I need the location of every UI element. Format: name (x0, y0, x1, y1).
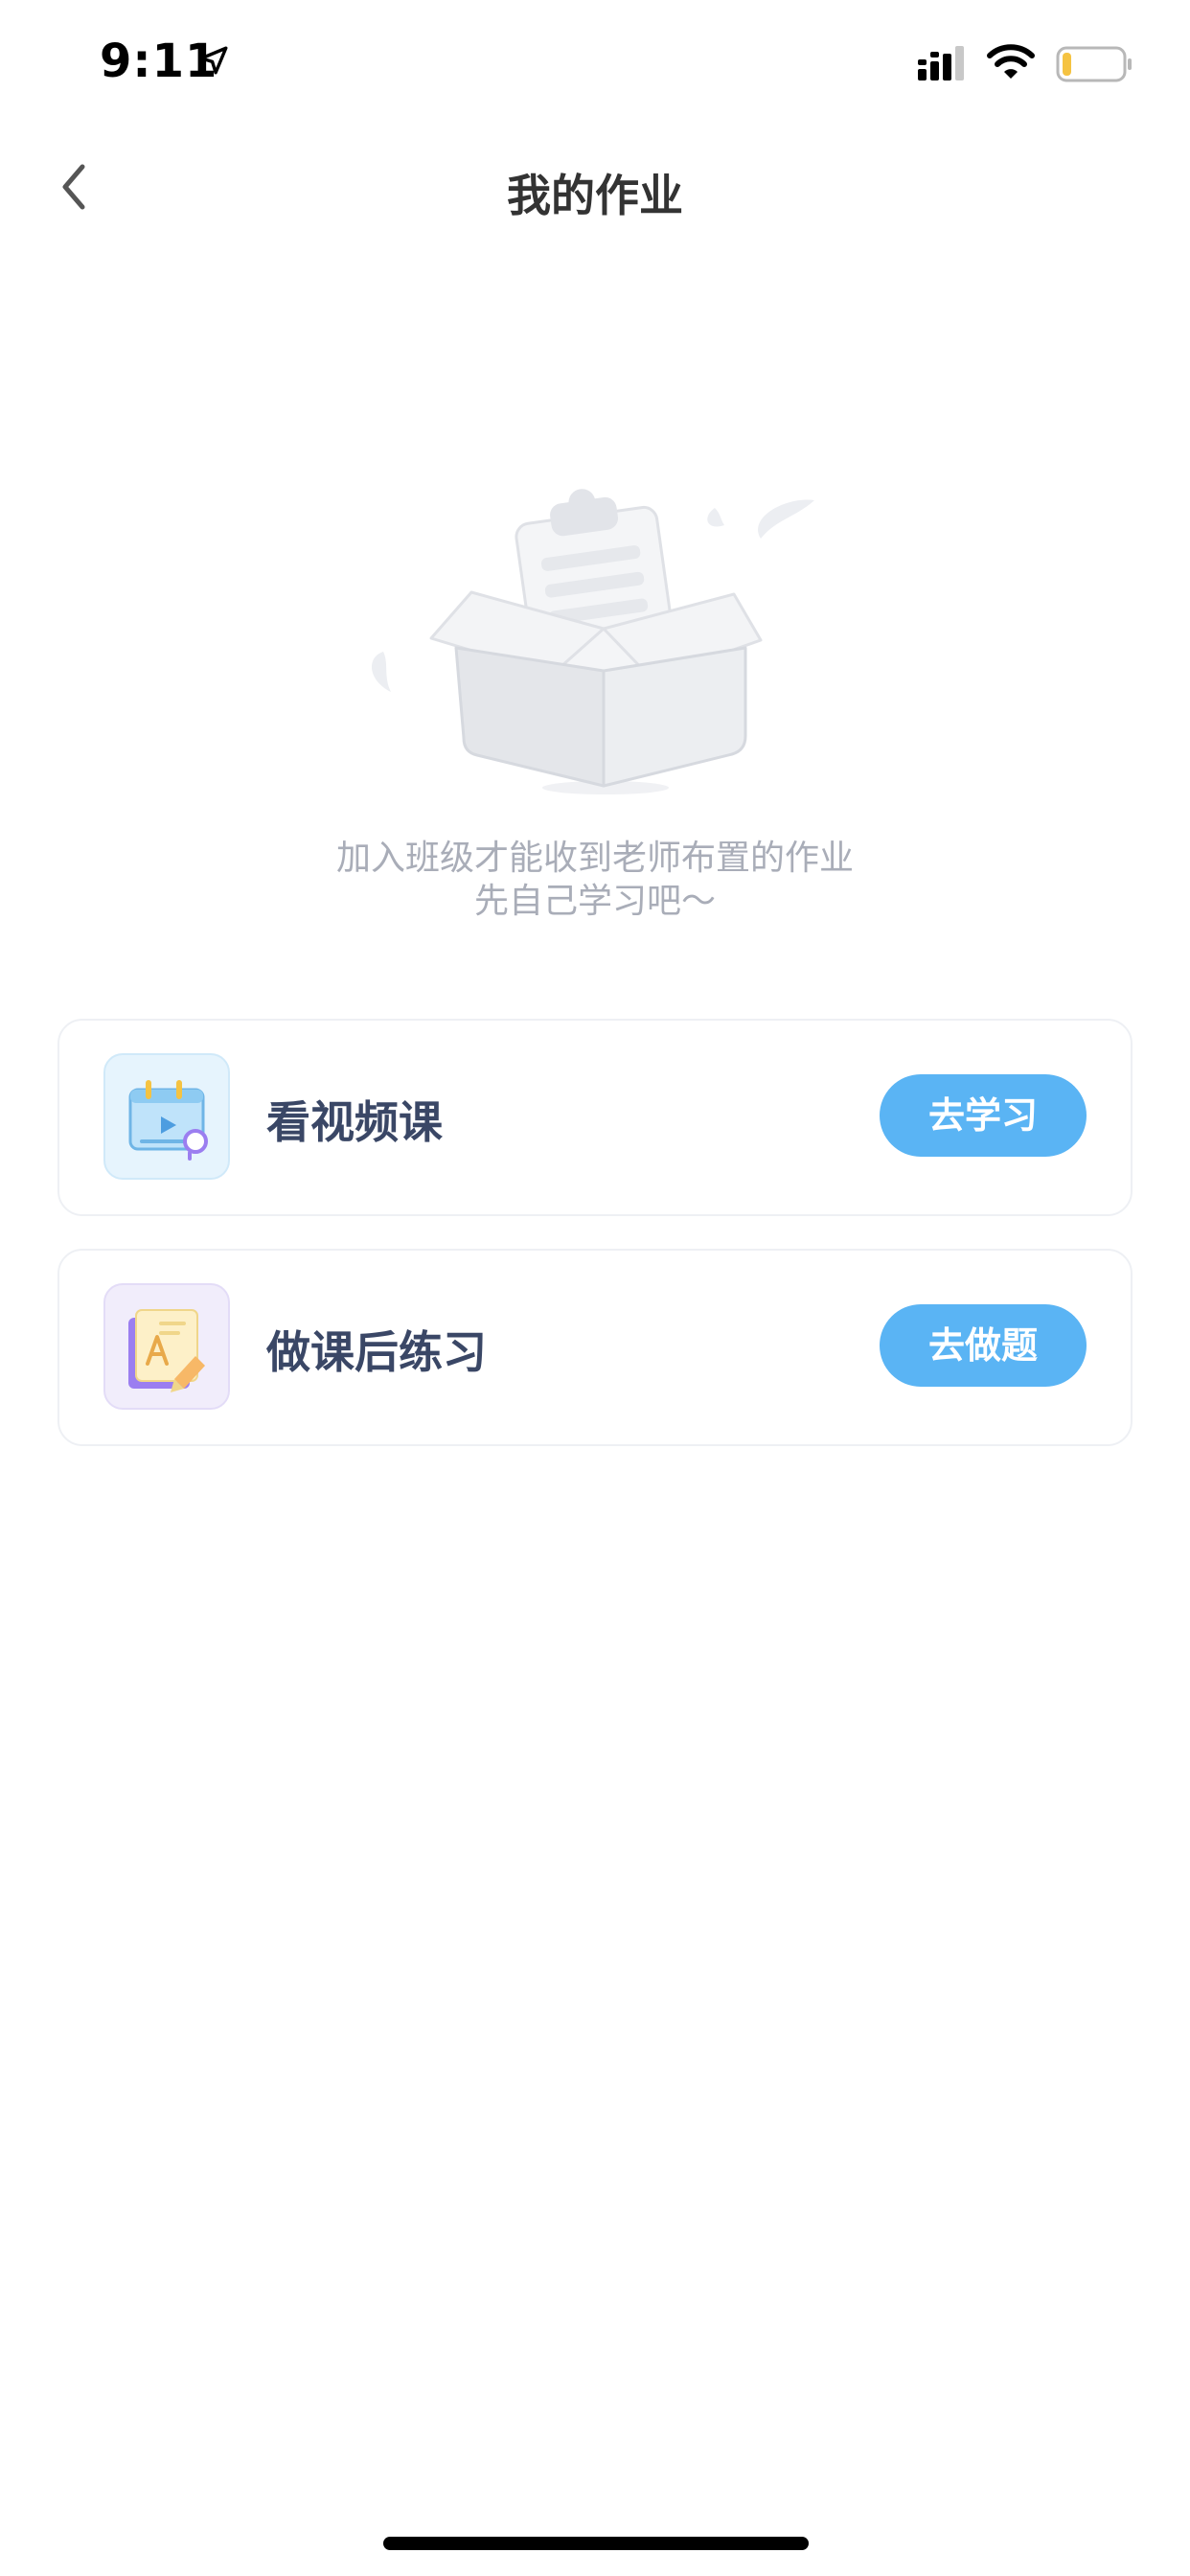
video-course-title: 看视频课 (266, 1096, 443, 1148)
video-course-icon-box (103, 1053, 230, 1180)
practice-card[interactable]: 做课后练习 去做题 (57, 1249, 1133, 1446)
empty-message-line2: 先自己学习吧～ (473, 882, 716, 921)
location-arrow-icon (199, 46, 228, 75)
video-course-card[interactable]: 看视频课 去学习 (57, 1019, 1133, 1216)
go-study-button[interactable]: 去学习 (880, 1074, 1087, 1157)
go-practice-button[interactable]: 去做题 (880, 1304, 1087, 1387)
practice-title: 做课后练习 (266, 1326, 487, 1378)
status-bar: 9:11 (0, 0, 1190, 126)
empty-box-clipboard-icon (372, 489, 814, 794)
video-calendar-icon (128, 1080, 208, 1161)
practice-icon-box (103, 1283, 230, 1410)
cellular-signal-icon (918, 46, 964, 80)
page-title: 我的作业 (507, 170, 683, 221)
practice-paper-icon (128, 1309, 205, 1392)
battery-icon (1056, 46, 1132, 82)
home-indicator[interactable] (383, 2537, 809, 2550)
empty-message-line1: 加入班级才能收到老师布置的作业 (335, 839, 854, 878)
nav-bar: 我的作业 (0, 126, 1190, 251)
wifi-icon (987, 44, 1035, 79)
